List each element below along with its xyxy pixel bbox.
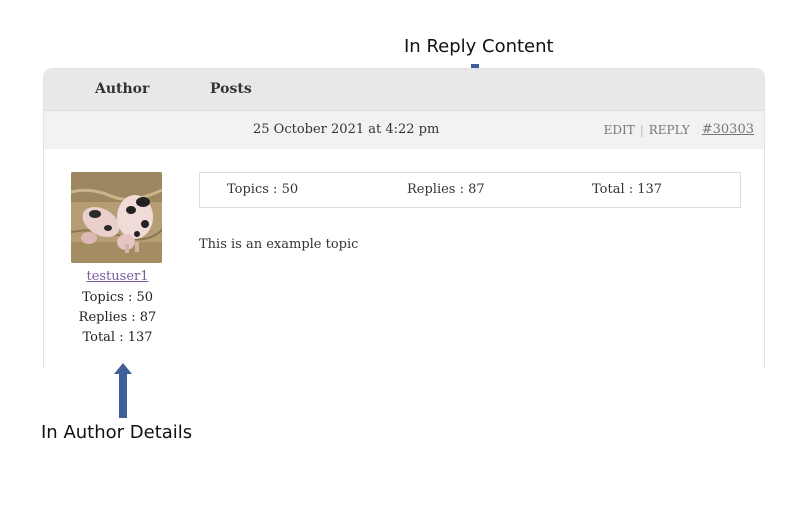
table-header: Author Posts <box>44 69 764 111</box>
pigs-photo <box>71 172 162 263</box>
reply-content-text: This is an example topic <box>199 237 359 252</box>
author-name-link[interactable]: testuser1 <box>44 269 191 284</box>
arrow-up-icon <box>114 363 132 418</box>
annotation-author-details: In Author Details <box>41 422 193 443</box>
column-author-label: Author <box>95 81 150 97</box>
post-meta-bar: 25 October 2021 at 4:22 pm EDIT | REPLY … <box>44 111 764 149</box>
column-posts-label: Posts <box>210 81 252 97</box>
avatar[interactable] <box>71 172 162 263</box>
action-separator: | <box>639 122 644 137</box>
author-total-count: Total : 137 <box>82 330 153 345</box>
annotation-reply-content: In Reply Content <box>404 36 554 57</box>
reply-link[interactable]: REPLY <box>649 123 690 137</box>
reply-topics-count: Topics : 50 <box>227 182 299 197</box>
author-topics-count: Topics : 50 <box>81 290 154 305</box>
edit-link[interactable]: EDIT <box>604 123 635 137</box>
author-replies-count: Replies : 87 <box>78 310 157 325</box>
permalink[interactable]: #30303 <box>702 122 754 137</box>
reply-total-count: Total : 137 <box>592 182 663 197</box>
reply-panel: Author Posts 25 October 2021 at 4:22 pm … <box>43 68 765 369</box>
post-date: 25 October 2021 at 4:22 pm <box>253 122 440 137</box>
reply-stats-box: Topics : 50 Replies : 87 Total : 137 <box>199 172 741 208</box>
post-actions: EDIT | REPLY #30303 <box>604 122 754 137</box>
reply-replies-count: Replies : 87 <box>407 182 485 197</box>
